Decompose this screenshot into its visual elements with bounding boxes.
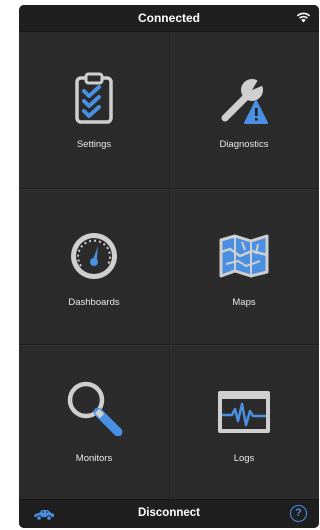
menu-item-logs[interactable]: Logs bbox=[169, 344, 319, 500]
app-screen: Connected Settings Diagnostics Dashboard… bbox=[19, 5, 319, 528]
main-menu-grid: Settings Diagnostics Dashboards Maps Mon… bbox=[19, 32, 319, 500]
menu-item-monitors[interactable]: Monitors bbox=[19, 344, 169, 500]
menu-item-label: Monitors bbox=[75, 453, 113, 464]
magnifier-icon bbox=[67, 381, 123, 436]
map-icon bbox=[219, 234, 269, 278]
menu-item-label: Diagnostics bbox=[219, 139, 269, 150]
menu-item-label: Logs bbox=[233, 453, 255, 464]
wrench-warning-icon bbox=[221, 75, 269, 124]
disconnect-button[interactable]: Disconnect bbox=[19, 507, 319, 519]
menu-item-settings[interactable]: Settings bbox=[19, 32, 169, 188]
help-icon[interactable]: ? bbox=[290, 505, 307, 522]
menu-item-dashboards[interactable]: Dashboards bbox=[19, 188, 169, 344]
menu-item-label: Maps bbox=[232, 297, 256, 308]
waveform-log-icon bbox=[218, 391, 270, 433]
connection-status: Connected bbox=[137, 11, 200, 25]
menu-item-label: Dashboards bbox=[68, 297, 120, 308]
wifi-icon bbox=[296, 12, 311, 23]
menu-item-label: Settings bbox=[76, 139, 112, 150]
bottom-toolbar: Disconnect ? bbox=[19, 499, 319, 528]
menu-item-diagnostics[interactable]: Diagnostics bbox=[169, 32, 319, 188]
status-bar: Connected bbox=[19, 5, 319, 32]
gauge-icon bbox=[71, 233, 117, 279]
menu-item-maps[interactable]: Maps bbox=[169, 188, 319, 344]
clipboard-checklist-icon bbox=[75, 72, 113, 124]
